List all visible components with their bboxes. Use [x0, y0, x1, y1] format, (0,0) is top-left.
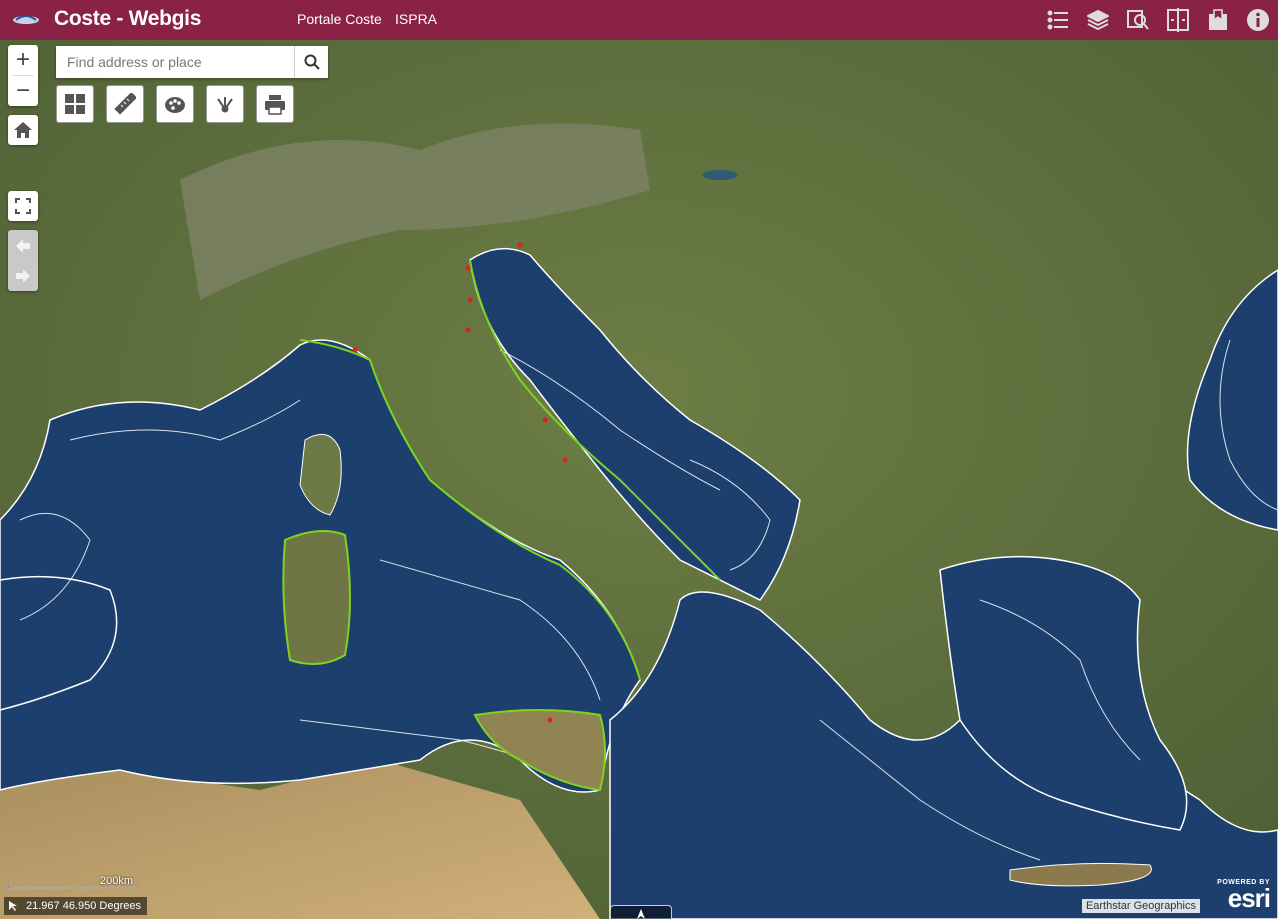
about-button[interactable] [1242, 4, 1274, 36]
print-icon [265, 95, 285, 115]
print-button[interactable] [256, 85, 294, 123]
esri-logo: POWERED BY esri [1217, 879, 1271, 913]
measure-icon [114, 93, 136, 115]
coordinate-display: 21.967 46.950 Degrees [4, 897, 147, 915]
swipe-icon [1167, 8, 1189, 32]
search-layer-icon [1127, 10, 1149, 30]
map-attribution: Earthstar Geographics [1081, 899, 1200, 913]
cursor-icon [9, 901, 17, 911]
fullscreen-icon [15, 198, 31, 214]
search-widget [56, 46, 328, 78]
lake-balaton [702, 170, 738, 180]
app-title: Coste - Webgis [54, 7, 202, 30]
share-icon [217, 97, 233, 113]
bookmark-icon [1209, 9, 1227, 30]
layers-button[interactable] [1082, 4, 1114, 36]
ispra-link[interactable]: ISPRA [395, 11, 437, 27]
search-input[interactable] [56, 46, 294, 78]
home-button[interactable] [8, 115, 38, 145]
map-rotation-control[interactable] [610, 905, 672, 919]
esri-brand-text: esri [1227, 883, 1271, 913]
draw-icon [165, 97, 185, 113]
legend-icon [1047, 10, 1068, 30]
sardinia [282, 530, 351, 665]
basemap-gallery-button[interactable] [56, 85, 94, 123]
info-icon [1247, 9, 1269, 31]
extent-navigation [8, 230, 38, 291]
bookmark-button[interactable] [1202, 4, 1234, 36]
fullscreen-button[interactable] [8, 191, 38, 221]
map-view[interactable] [0, 40, 1278, 919]
compass-icon [637, 909, 645, 919]
arrow-left-icon [16, 238, 30, 253]
legend-button[interactable] [1042, 4, 1074, 36]
measure-button[interactable] [106, 85, 144, 123]
app-header: Coste - Webgis Portale Coste ISPRA [0, 0, 1278, 40]
layers-icon [1087, 10, 1109, 30]
search-button[interactable] [294, 46, 328, 78]
search-icon [304, 54, 320, 70]
draw-button[interactable] [156, 85, 194, 123]
coordinate-text: 21.967 46.950 Degrees [26, 900, 141, 912]
previous-extent-button[interactable] [14, 231, 32, 261]
ispra-logo [13, 15, 39, 24]
swipe-button[interactable] [1162, 4, 1194, 36]
map-canvas[interactable] [0, 40, 1278, 919]
zoom-out-button[interactable]: − [8, 76, 38, 106]
webgis-app: Coste - Webgis Portale Coste ISPRA + − F… [0, 0, 1278, 919]
scale-label: 200km [100, 875, 134, 887]
zoom-control: + − [8, 45, 38, 106]
home-icon [14, 122, 32, 138]
basemap-gallery-icon [65, 94, 85, 114]
query-button[interactable] [1122, 4, 1154, 36]
next-extent-button[interactable] [14, 261, 32, 291]
portale-coste-link[interactable]: Portale Coste [297, 11, 382, 27]
share-button[interactable] [206, 85, 244, 123]
zoom-in-button[interactable]: + [8, 45, 38, 75]
arrow-right-icon [16, 268, 30, 283]
